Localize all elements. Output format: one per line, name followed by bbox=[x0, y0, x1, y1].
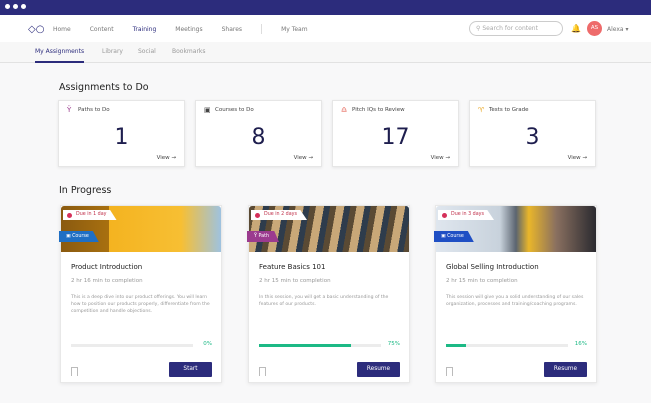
view-link[interactable]: View → bbox=[294, 155, 313, 161]
card-label: Paths to Do bbox=[78, 107, 110, 113]
bookmark-icon[interactable] bbox=[446, 367, 453, 376]
due-badge: Due in 1 day bbox=[63, 210, 117, 220]
bell-icon[interactable]: 🔔 bbox=[571, 24, 581, 33]
progress-bar bbox=[446, 344, 568, 347]
nav-content[interactable]: Content bbox=[90, 26, 114, 34]
nav-meetings[interactable]: Meetings bbox=[175, 26, 202, 34]
assignment-card-pitch-iqs[interactable]: ♎ Pitch IQs to Review 17 View → bbox=[332, 100, 459, 167]
view-link[interactable]: View → bbox=[157, 155, 176, 161]
due-badge: Due in 3 days bbox=[438, 210, 495, 220]
window-dot[interactable] bbox=[21, 4, 26, 9]
due-badge: Due in 2 days bbox=[251, 210, 308, 220]
tab-my-assignments[interactable]: My Assignments bbox=[35, 48, 85, 63]
course-icon: ▣ bbox=[204, 106, 211, 114]
tab-social[interactable]: Social bbox=[138, 48, 156, 55]
progress-bar bbox=[259, 344, 381, 347]
duration: 2 hr 15 min to completion bbox=[446, 278, 518, 284]
assignment-card-paths[interactable]: Ÿ Paths to Do 1 View → bbox=[58, 100, 185, 167]
card-label: Pitch IQs to Review bbox=[352, 107, 405, 113]
logo-icon[interactable]: ◇○ bbox=[28, 24, 44, 35]
card-count: 1 bbox=[114, 125, 129, 150]
card-count: 8 bbox=[251, 125, 266, 150]
path-icon: Ÿ bbox=[67, 106, 72, 114]
assignment-card-courses[interactable]: ▣ Courses to Do 8 View → bbox=[195, 100, 322, 167]
nav-my-team[interactable]: My Team bbox=[281, 26, 308, 34]
search-input[interactable]: ⚲ Search for content bbox=[469, 21, 563, 36]
tab-library[interactable]: Library bbox=[102, 48, 123, 55]
type-badge: Ÿ Path bbox=[247, 231, 280, 242]
progress-bar bbox=[71, 344, 193, 347]
nav-shares[interactable]: Shares bbox=[222, 26, 242, 34]
course-card[interactable]: Due in 3 days ▣ Course Global Selling In… bbox=[434, 205, 597, 383]
progress-fill bbox=[446, 344, 466, 347]
section-title: In Progress bbox=[59, 185, 112, 196]
trophy-icon: ♈ bbox=[478, 106, 485, 114]
type-badge: ▣ Course bbox=[434, 231, 474, 242]
card-count: 3 bbox=[525, 125, 540, 150]
bookmark-icon[interactable] bbox=[259, 367, 266, 376]
description: In this session, you will get a basic un… bbox=[259, 295, 389, 307]
progress-fill bbox=[259, 344, 351, 347]
progress-label: 0% bbox=[203, 341, 212, 347]
search-placeholder: Search for content bbox=[482, 25, 538, 32]
tab-bookmarks[interactable]: Bookmarks bbox=[172, 48, 206, 55]
window-dot[interactable] bbox=[13, 4, 18, 9]
window-dot[interactable] bbox=[5, 4, 10, 9]
course-title[interactable]: Feature Basics 101 bbox=[259, 263, 325, 271]
section-title: Assignments to Do bbox=[59, 82, 149, 93]
arrow-right-icon: → bbox=[308, 155, 313, 161]
arrow-right-icon: → bbox=[171, 155, 176, 161]
course-card[interactable]: Due in 2 days Ÿ Path Feature Basics 101 … bbox=[247, 205, 410, 383]
resume-button[interactable]: Resume bbox=[357, 362, 400, 377]
nav-divider bbox=[261, 24, 263, 34]
description: This is a deep dive into our product off… bbox=[71, 295, 210, 314]
nav-home[interactable]: Home bbox=[53, 26, 71, 34]
duration: 2 hr 15 min to completion bbox=[259, 278, 331, 284]
user-menu[interactable]: Alexa ▾ bbox=[607, 26, 629, 33]
duration: 2 hr 16 min to completion bbox=[71, 278, 143, 284]
top-nav: ◇○ Home Content Training Meetings Shares… bbox=[0, 15, 651, 42]
view-link[interactable]: View → bbox=[431, 155, 450, 161]
view-link[interactable]: View → bbox=[568, 155, 587, 161]
card-label: Courses to Do bbox=[215, 107, 254, 113]
card-count: 17 bbox=[381, 125, 410, 150]
sub-tabs: My Assignments Library Social Bookmarks bbox=[0, 42, 651, 63]
type-badge: ▣ Course bbox=[59, 231, 99, 242]
course-card[interactable]: Due in 1 day ▣ Course Product Introducti… bbox=[59, 205, 222, 383]
course-title[interactable]: Product Introduction bbox=[71, 263, 142, 271]
course-title[interactable]: Global Selling Introduction bbox=[446, 263, 539, 271]
resume-button[interactable]: Resume bbox=[544, 362, 587, 377]
headset-icon: ♎ bbox=[341, 106, 348, 114]
arrow-right-icon: → bbox=[582, 155, 587, 161]
bookmark-icon[interactable] bbox=[71, 367, 78, 376]
avatar[interactable]: AS bbox=[587, 21, 602, 36]
arrow-right-icon: → bbox=[445, 155, 450, 161]
start-button[interactable]: Start bbox=[169, 362, 212, 377]
progress-label: 16% bbox=[574, 341, 587, 347]
description: This session will give you a solid under… bbox=[446, 295, 584, 307]
progress-label: 75% bbox=[387, 341, 400, 347]
window-titlebar bbox=[0, 0, 651, 15]
assignment-card-tests[interactable]: ♈ Tests to Grade 3 View → bbox=[469, 100, 596, 167]
card-label: Tests to Grade bbox=[489, 107, 529, 113]
nav-training[interactable]: Training bbox=[133, 26, 157, 34]
